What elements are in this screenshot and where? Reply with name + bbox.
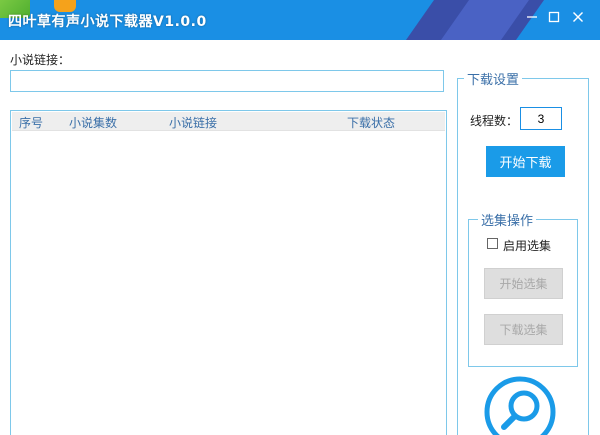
novel-url-label: 小说链接： <box>10 53 71 67</box>
thread-count-input[interactable] <box>520 107 562 130</box>
close-icon[interactable] <box>569 10 587 28</box>
window-title: 四叶草有声小说下载器V1.0.0 <box>8 14 207 30</box>
title-bar[interactable]: 四叶草有声小说下载器V1.0.0 <box>0 0 600 40</box>
list-header: 序号 小说集数 小说链接 下载状态 <box>12 112 445 131</box>
download-settings-title: 下载设置 <box>464 69 523 88</box>
search-logo-icon <box>482 374 558 435</box>
thread-count-label: 线程数： <box>470 114 519 128</box>
download-select-button[interactable]: 下载选集 <box>484 314 563 345</box>
enable-select-checkbox[interactable] <box>487 238 498 249</box>
maximize-icon[interactable] <box>545 10 563 28</box>
column-header-link[interactable]: 小说链接 <box>169 114 217 131</box>
enable-select-label[interactable]: 启用选集 <box>503 237 551 254</box>
column-header-status[interactable]: 下载状态 <box>347 114 395 131</box>
start-select-button[interactable]: 开始选集 <box>484 268 563 299</box>
column-header-index[interactable]: 序号 <box>19 114 43 131</box>
minimize-icon[interactable] <box>523 10 541 28</box>
novel-url-input[interactable] <box>10 70 444 92</box>
episode-list[interactable]: 序号 小说集数 小说链接 下载状态 <box>10 110 447 435</box>
column-header-episode[interactable]: 小说集数 <box>69 114 117 131</box>
start-download-button[interactable]: 开始下载 <box>486 146 565 177</box>
chapter-select-title: 选集操作 <box>478 210 537 229</box>
